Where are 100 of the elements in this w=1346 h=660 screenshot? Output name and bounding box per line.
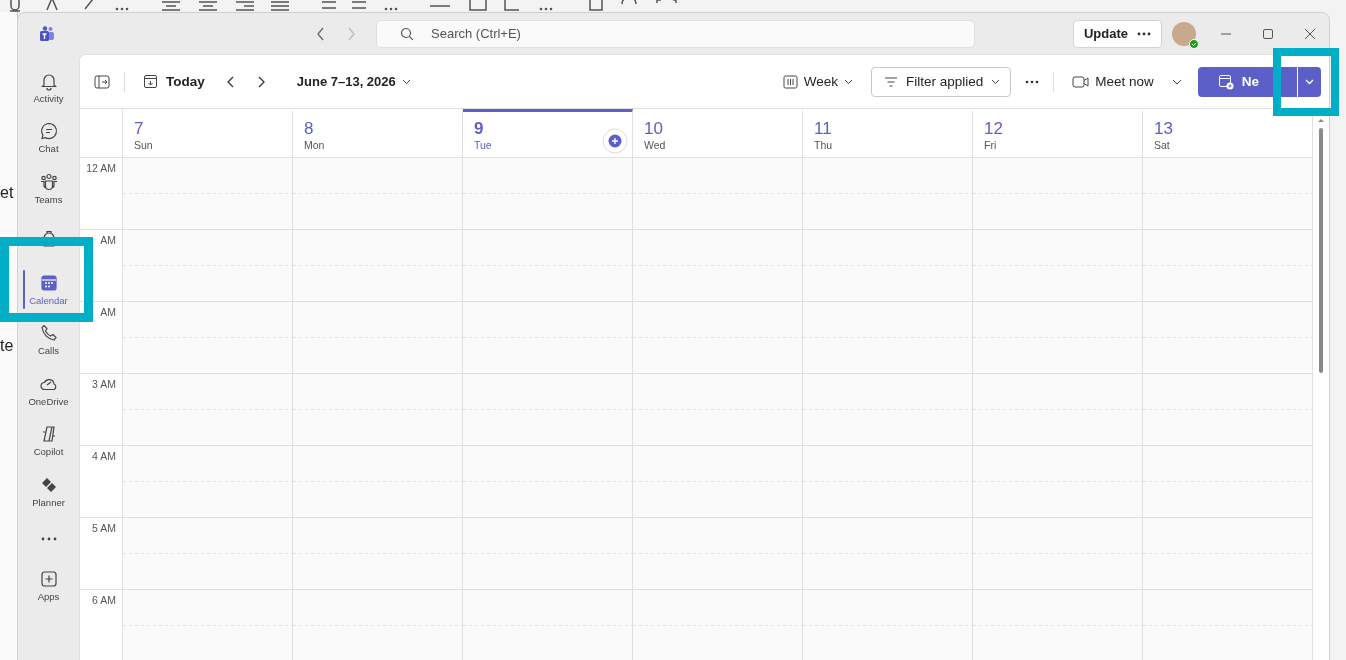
chevron-down-icon xyxy=(1305,78,1314,85)
video-camera-icon xyxy=(1072,75,1090,88)
time-slot[interactable] xyxy=(463,374,633,446)
time-slot[interactable] xyxy=(803,590,973,660)
time-slot[interactable] xyxy=(1143,446,1313,518)
new-meeting-button[interactable]: Ne xyxy=(1197,66,1297,97)
time-slot[interactable] xyxy=(1143,518,1313,590)
phone-icon xyxy=(38,323,59,344)
time-slot[interactable] xyxy=(803,302,973,374)
nav-item[interactable]: Apps xyxy=(20,560,77,611)
back-icon[interactable] xyxy=(316,26,326,41)
nav-item[interactable]: Chat xyxy=(20,112,77,163)
time-slot[interactable] xyxy=(293,302,463,374)
add-icon xyxy=(38,569,59,590)
search-field[interactable]: Search (Ctrl+E) xyxy=(376,19,975,48)
background-text: et xyxy=(0,184,14,202)
sidebar-toggle-icon[interactable] xyxy=(94,74,110,89)
meet-now-button[interactable]: Meet now xyxy=(1068,65,1158,98)
time-slot[interactable] xyxy=(973,158,1143,230)
time-slot[interactable] xyxy=(633,374,803,446)
maximize-icon[interactable] xyxy=(1262,27,1274,40)
time-slot[interactable] xyxy=(463,446,633,518)
update-button[interactable]: Update xyxy=(1072,19,1162,48)
nav-item[interactable]: Teams xyxy=(20,163,77,214)
teams-logo-icon xyxy=(39,25,55,42)
nav-item[interactable]: Planner xyxy=(20,466,77,517)
time-slot[interactable] xyxy=(1143,230,1313,302)
time-label: 5 AM xyxy=(92,522,116,534)
time-slot[interactable] xyxy=(123,446,293,518)
chevron-down-icon xyxy=(401,78,411,85)
filter-icon xyxy=(883,75,898,88)
time-slot[interactable] xyxy=(1143,590,1313,660)
chevron-down-icon xyxy=(843,78,853,85)
time-slot[interactable] xyxy=(803,230,973,302)
time-slot[interactable] xyxy=(293,518,463,590)
time-slot[interactable] xyxy=(803,518,973,590)
time-slot[interactable] xyxy=(633,158,803,230)
time-slot[interactable] xyxy=(803,374,973,446)
time-slot[interactable] xyxy=(633,230,803,302)
time-slot[interactable] xyxy=(293,374,463,446)
time-slot[interactable] xyxy=(973,302,1143,374)
chat-icon xyxy=(38,121,59,142)
nav-item[interactable]: OneDrive xyxy=(20,365,77,416)
time-slot[interactable] xyxy=(973,230,1143,302)
view-dropdown[interactable]: Week xyxy=(778,65,857,98)
time-label: 6 AM xyxy=(92,594,116,606)
time-label: AM xyxy=(100,234,116,246)
time-slot[interactable] xyxy=(1143,374,1313,446)
time-slot[interactable] xyxy=(973,590,1143,660)
time-slot[interactable] xyxy=(973,374,1143,446)
time-slot[interactable] xyxy=(803,446,973,518)
time-label: AM xyxy=(100,306,116,318)
time-slot[interactable] xyxy=(123,158,293,230)
chevron-down-icon xyxy=(991,78,1001,85)
time-slot[interactable] xyxy=(1143,158,1313,230)
scroll-up-icon[interactable] xyxy=(1317,117,1325,123)
nav-item[interactable]: Activity xyxy=(20,62,77,113)
filter-button[interactable]: Filter applied xyxy=(870,66,1012,97)
time-slot[interactable] xyxy=(123,518,293,590)
forward-icon[interactable] xyxy=(346,26,356,41)
nav-item[interactable]: Calls xyxy=(20,314,77,365)
time-slot[interactable] xyxy=(463,518,633,590)
time-slot[interactable] xyxy=(633,446,803,518)
add-event-icon[interactable] xyxy=(602,128,628,154)
chevron-down-icon[interactable] xyxy=(1171,78,1182,85)
time-slot[interactable] xyxy=(973,518,1143,590)
time-slot[interactable] xyxy=(293,158,463,230)
time-slot[interactable] xyxy=(463,230,633,302)
date-range-dropdown[interactable]: June 7–13, 2026 xyxy=(292,65,415,98)
time-label: 12 AM xyxy=(86,162,116,174)
time-slot[interactable] xyxy=(973,446,1143,518)
close-icon[interactable] xyxy=(1304,27,1316,40)
calendar-icon xyxy=(38,272,59,293)
previous-icon[interactable] xyxy=(225,74,236,89)
time-slot[interactable] xyxy=(633,302,803,374)
time-slot[interactable] xyxy=(293,230,463,302)
more-icon xyxy=(1137,31,1151,36)
time-slot[interactable] xyxy=(293,590,463,660)
time-slot[interactable] xyxy=(123,230,293,302)
search-icon xyxy=(400,26,414,41)
time-slot[interactable] xyxy=(123,590,293,660)
time-slot[interactable] xyxy=(633,518,803,590)
nav-item[interactable]: Copilot xyxy=(20,415,77,466)
columns-icon xyxy=(782,74,798,89)
time-slot[interactable] xyxy=(463,590,633,660)
time-slot[interactable] xyxy=(803,158,973,230)
time-slot[interactable] xyxy=(123,374,293,446)
today-button[interactable]: Today xyxy=(139,65,209,98)
teams-icon xyxy=(38,171,59,192)
more-icon[interactable] xyxy=(1025,79,1040,84)
new-options-dropdown[interactable] xyxy=(1297,66,1321,97)
time-slot[interactable] xyxy=(123,302,293,374)
calendar-icon xyxy=(143,74,158,89)
avatar[interactable] xyxy=(1172,21,1196,46)
time-slot[interactable] xyxy=(1143,302,1313,374)
time-slot[interactable] xyxy=(463,302,633,374)
time-slot[interactable] xyxy=(293,446,463,518)
time-slot[interactable] xyxy=(633,590,803,660)
time-label: 4 AM xyxy=(92,450,116,462)
nav-item[interactable]: Calendar xyxy=(20,264,77,315)
